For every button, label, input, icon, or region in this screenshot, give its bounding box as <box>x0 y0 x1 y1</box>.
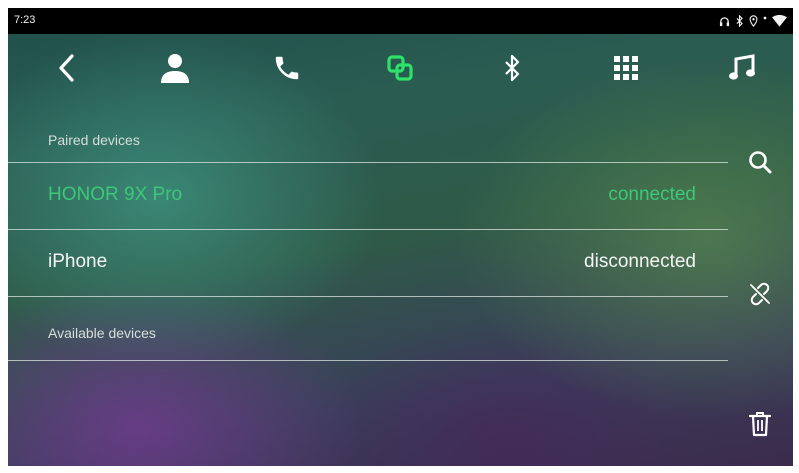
bluetooth-icon <box>505 54 520 82</box>
device-row-iphone[interactable]: iPhone disconnected <box>8 230 728 297</box>
device-row-honor[interactable]: HONOR 9X Pro connected <box>8 163 728 230</box>
phone-button[interactable] <box>263 44 311 92</box>
link-tab-button[interactable] <box>376 44 424 92</box>
back-arrow-icon <box>59 54 74 82</box>
unlink-icon <box>750 282 770 306</box>
device-list: Paired devices HONOR 9X Pro connected iP… <box>8 108 728 361</box>
paired-devices-header: Paired devices <box>8 108 728 163</box>
available-devices-header: Available devices <box>8 297 728 361</box>
side-actions <box>728 108 793 466</box>
contacts-button[interactable] <box>151 44 199 92</box>
dialpad-icon <box>614 56 638 80</box>
bluetooth-status-icon <box>735 15 744 27</box>
top-navigation <box>8 38 793 98</box>
search-button[interactable] <box>736 138 784 186</box>
phone-icon <box>275 56 299 80</box>
music-icon <box>729 54 755 80</box>
device-name: HONOR 9X Pro <box>48 184 183 205</box>
contacts-icon <box>161 54 189 83</box>
bluetooth-tab-button[interactable] <box>488 44 536 92</box>
device-status: disconnected <box>584 251 696 272</box>
search-icon <box>749 151 772 174</box>
signal-dot-icon <box>763 15 767 27</box>
unlink-button[interactable] <box>736 270 784 318</box>
location-icon <box>749 15 758 27</box>
paired-devices-label: Paired devices <box>48 132 140 148</box>
delete-button[interactable] <box>736 400 784 448</box>
status-time: 7:23 <box>14 14 36 26</box>
device-status: connected <box>608 184 696 205</box>
device-name: iPhone <box>48 251 108 272</box>
bluetooth-screen: 7:23 Paired devices HONOR 9X Pro connect… <box>8 8 793 466</box>
trash-icon <box>748 412 772 437</box>
available-devices-label: Available devices <box>48 325 156 341</box>
headset-icon <box>719 16 730 27</box>
back-button[interactable] <box>43 44 91 92</box>
music-button[interactable] <box>718 44 766 92</box>
wifi-icon <box>772 15 787 27</box>
status-bar: 7:23 <box>8 8 793 34</box>
link-icon <box>387 55 413 81</box>
dialpad-button[interactable] <box>602 44 650 92</box>
status-icons <box>719 12 787 30</box>
